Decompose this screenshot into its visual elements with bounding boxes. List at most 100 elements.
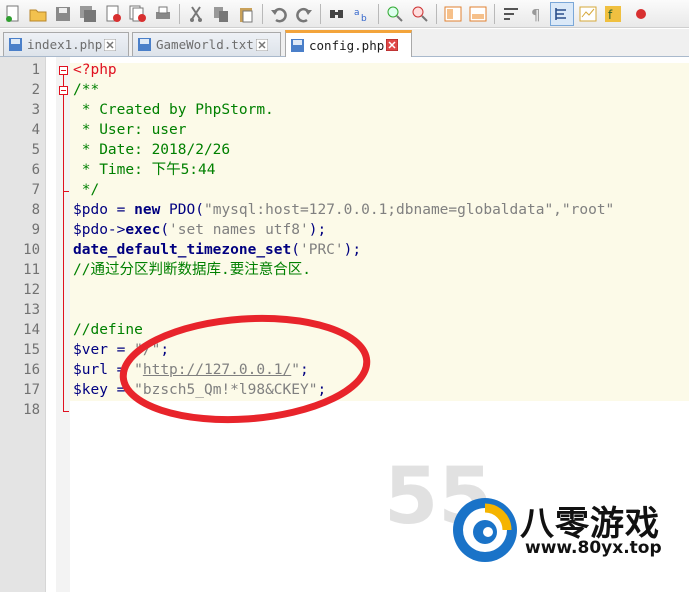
tab-index1-php[interactable]: index1.php [3,32,129,56]
tab-gameworld-txt[interactable]: GameWorld.txt [132,32,281,56]
keyword-token: new [134,202,161,218]
semicolon-token: ; [317,382,327,398]
code-line-17: $key = "bzsch5_Qm!*l98&CKEY"; [73,380,326,400]
string-token: "mysql:host=127.0.0.1;dbname=globaldata"… [203,202,615,218]
string-token: "/" [134,342,161,358]
file-icon [291,38,304,52]
variable-token: $key [73,382,108,398]
close-icon[interactable] [102,3,124,25]
tab-label: GameWorld.txt [156,37,254,52]
cut-icon[interactable] [185,3,207,25]
code-line-10: date_default_timezone_set('PRC'); [73,240,361,260]
paren-token: ( [160,222,170,238]
fold-line [63,191,64,411]
line-number: 3 [31,102,40,118]
save-all-icon[interactable] [77,3,99,25]
toolbar: ab ¶ f [0,0,689,28]
line-number: 10 [23,242,40,258]
close-tab-icon[interactable] [104,38,117,51]
paren-token: ); [343,242,362,258]
show-all-chars-icon[interactable]: ¶ [525,3,547,25]
line-number: 16 [23,362,40,378]
toolbar-separator [320,3,321,24]
paste-icon[interactable] [235,3,257,25]
variable-token: $url [73,362,108,378]
function-list-icon[interactable]: f [602,3,624,25]
file-icon [9,38,22,51]
line-number: 1 [31,62,40,78]
url-link[interactable]: http://127.0.0.1/ [143,362,291,378]
paren-token: ); [308,222,327,238]
doc-map-icon[interactable] [577,3,599,25]
code-line-16: $url = "http://127.0.0.1/"; [73,360,309,380]
toolbar-separator [262,3,263,24]
fold-collapse-icon[interactable] [59,86,68,95]
operator-token: = [107,342,135,358]
close-all-icon[interactable] [127,3,149,25]
line-number: 13 [23,302,40,318]
string-token: "bzsch5_Qm!*l98&CKEY" [134,382,318,398]
redo-icon[interactable] [293,3,315,25]
code-line-2: /** [73,82,100,98]
line-number: 11 [23,262,40,278]
macro-icon[interactable] [627,3,649,25]
tab-bar: index1.php GameWorld.txt config.php [0,29,689,57]
line-number: 5 [31,142,40,158]
variable-token: $ver [73,342,108,358]
code-line-11: //通过分区判断数据库.要注意合区. [73,262,311,278]
code-line-8: $pdo = new PDO("mysql:host=127.0.0.1;dbn… [73,200,614,220]
logo-swirl-icon [453,498,517,562]
close-tab-icon[interactable] [386,39,399,51]
undo-icon[interactable] [268,3,290,25]
zoom-in-icon[interactable] [384,3,406,25]
new-file-icon[interactable] [2,3,24,25]
code-line-5: * Date: 2018/2/26 [73,142,231,158]
function-token: date_default_timezone_set [73,242,292,258]
print-icon[interactable] [152,3,174,25]
sync-vertical-icon[interactable] [442,3,464,25]
indent-guide-icon[interactable] [550,1,574,26]
code-line-7: */ [73,182,100,198]
operator-token: -> [107,222,126,238]
code-line-9: $pdo->exec('set names utf8'); [73,220,326,240]
tab-label: index1.php [27,37,103,52]
method-token: exec [125,222,161,238]
word-wrap-icon[interactable] [500,3,522,25]
line-number: 12 [23,282,40,298]
line-number: 4 [31,122,40,138]
toolbar-separator [179,3,180,24]
code-line-14: //define [73,322,143,338]
open-file-icon[interactable] [27,3,49,25]
code-line-4: * User: user [73,122,187,138]
find-icon[interactable] [326,3,348,25]
save-icon[interactable] [52,3,74,25]
quote-token: " [134,362,143,378]
toolbar-separator [494,3,495,24]
close-tab-icon[interactable] [255,38,268,51]
operator-token: = [107,362,135,378]
code-line-15: $ver = "/"; [73,340,169,360]
replace-icon[interactable]: ab [351,3,373,25]
line-number: 9 [31,222,40,238]
fold-line [63,95,64,191]
zoom-out-icon[interactable] [409,3,431,25]
sync-horizontal-icon[interactable] [467,3,489,25]
file-icon [138,38,151,51]
copy-icon[interactable] [210,3,232,25]
line-number: 14 [23,322,40,338]
line-number: 6 [31,162,40,178]
site-logo: 八零游戏 www.80yx.top [450,478,689,592]
tab-label: config.php [309,37,385,53]
operator-token: = [107,382,135,398]
toolbar-separator [378,3,379,24]
string-token: 'set names utf8' [169,222,309,238]
svg-text:a: a [354,8,360,18]
quote-token: " [291,362,300,378]
tab-config-php[interactable]: config.php [285,30,412,57]
fold-collapse-icon[interactable] [59,66,68,75]
class-token: PDO( [160,202,204,218]
svg-text:b: b [361,14,367,23]
variable-token: $pdo [73,202,108,218]
fold-end [63,411,69,412]
semicolon-token: ; [300,362,309,378]
